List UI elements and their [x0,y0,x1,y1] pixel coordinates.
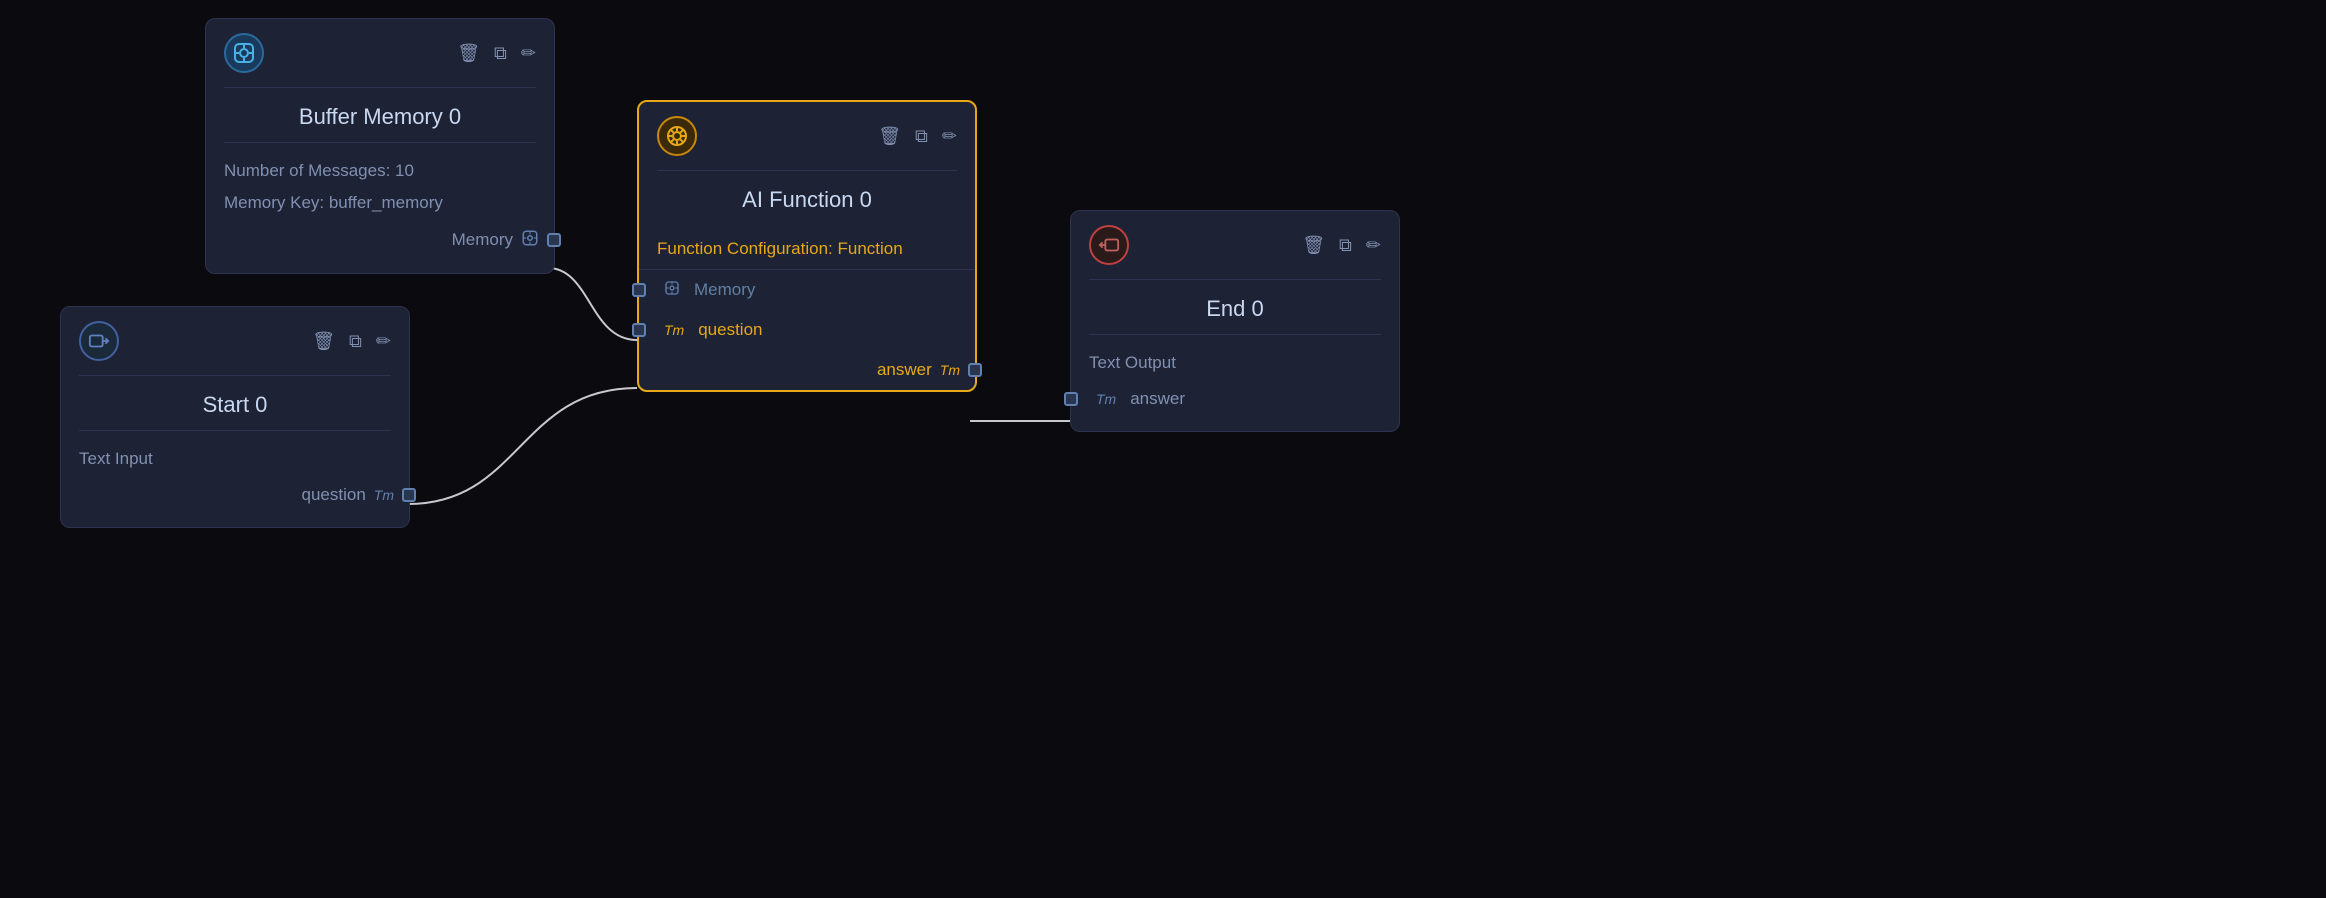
start-output-port: question Tт [79,475,391,509]
buffer-memory-body: Number of Messages: 10 Memory Key: buffe… [206,143,554,273]
end-answer-label: answer [1130,389,1185,409]
ai-function-answer-dot[interactable] [968,363,982,377]
ai-function-actions: 🗑 ⧉ ✏ [878,126,957,147]
ai-function-config: Function Configuration: Function [639,225,975,270]
buffer-memory-header: 🗑 ⧉ ✏ [206,19,554,87]
buffer-memory-output-port: Memory [224,219,536,255]
ai-function-question-label: question [698,320,762,340]
buffer-memory-node: 🗑 ⧉ ✏ Buffer Memory 0 Number of Messages… [205,18,555,274]
connection-memory [548,268,637,340]
start-delete-button[interactable]: 🗑 [312,331,335,352]
buffer-memory-edit-button[interactable]: ✏ [521,43,536,64]
buffer-memory-field-messages: Number of Messages: 10 [224,155,536,187]
end-copy-button[interactable]: ⧉ [1339,235,1352,256]
end-answer-icon: Tт [1096,391,1116,407]
ai-function-header: 🗑 ⧉ ✏ [639,102,975,170]
end-delete-button[interactable]: 🗑 [1302,235,1325,256]
start-body: Text Input question Tт [61,431,409,527]
ai-function-answer-label: answer [877,360,932,380]
ai-function-memory-port: Memory [639,270,975,310]
start-copy-button[interactable]: ⧉ [349,331,362,352]
ai-function-icon [657,116,697,156]
start-output-dot[interactable] [402,488,416,502]
ai-function-answer-icon: Tт [940,362,960,378]
ai-function-memory-dot[interactable] [632,283,646,297]
buffer-memory-port-icon [521,229,539,251]
ai-function-copy-button[interactable]: ⧉ [915,126,928,147]
buffer-memory-output-dot[interactable] [547,233,561,247]
end-answer-dot[interactable] [1064,392,1078,406]
end-icon [1089,225,1129,265]
end-header: 🗑 ⧉ ✏ [1071,211,1399,279]
buffer-memory-icon [224,33,264,73]
buffer-memory-actions: 🗑 ⧉ ✏ [457,43,536,64]
ai-function-memory-icon [664,280,680,300]
workflow-canvas: 🗑 ⧉ ✏ Buffer Memory 0 Number of Messages… [0,0,2326,898]
start-title: Start 0 [61,376,409,430]
ai-function-title: AI Function 0 [639,171,975,225]
end-body: Text Output Tт answer [1071,335,1399,431]
ai-function-node: 🗑 ⧉ ✏ AI Function 0 Function Configurati… [637,100,977,392]
buffer-memory-field-key: Memory Key: buffer_memory [224,187,536,219]
ai-function-memory-label: Memory [694,280,755,300]
end-field-output: Text Output [1089,347,1381,379]
end-actions: 🗑 ⧉ ✏ [1302,235,1381,256]
end-answer-port: Tт answer [1089,379,1381,413]
ai-function-answer-port: answer Tт [639,350,975,390]
buffer-memory-title: Buffer Memory 0 [206,88,554,142]
end-node: 🗑 ⧉ ✏ End 0 Text Output Tт answer [1070,210,1400,432]
start-port-label: question [302,485,366,505]
ai-function-question-port: Tт question [639,310,975,350]
ai-function-question-dot[interactable] [632,323,646,337]
ai-function-delete-button[interactable]: 🗑 [878,126,901,147]
start-node: 🗑 ⧉ ✏ Start 0 Text Input question Tт [60,306,410,528]
buffer-memory-port-label: Memory [452,230,513,250]
connection-question [408,388,637,504]
buffer-memory-copy-button[interactable]: ⧉ [494,43,507,64]
ai-function-edit-button[interactable]: ✏ [942,126,957,147]
start-actions: 🗑 ⧉ ✏ [312,331,391,352]
buffer-memory-delete-button[interactable]: 🗑 [457,43,480,64]
start-icon [79,321,119,361]
ai-function-question-icon: Tт [664,322,684,338]
end-edit-button[interactable]: ✏ [1366,235,1381,256]
start-edit-button[interactable]: ✏ [376,331,391,352]
start-field-input: Text Input [79,443,391,475]
end-title: End 0 [1071,280,1399,334]
start-port-icon: Tт [374,487,394,503]
start-header: 🗑 ⧉ ✏ [61,307,409,375]
